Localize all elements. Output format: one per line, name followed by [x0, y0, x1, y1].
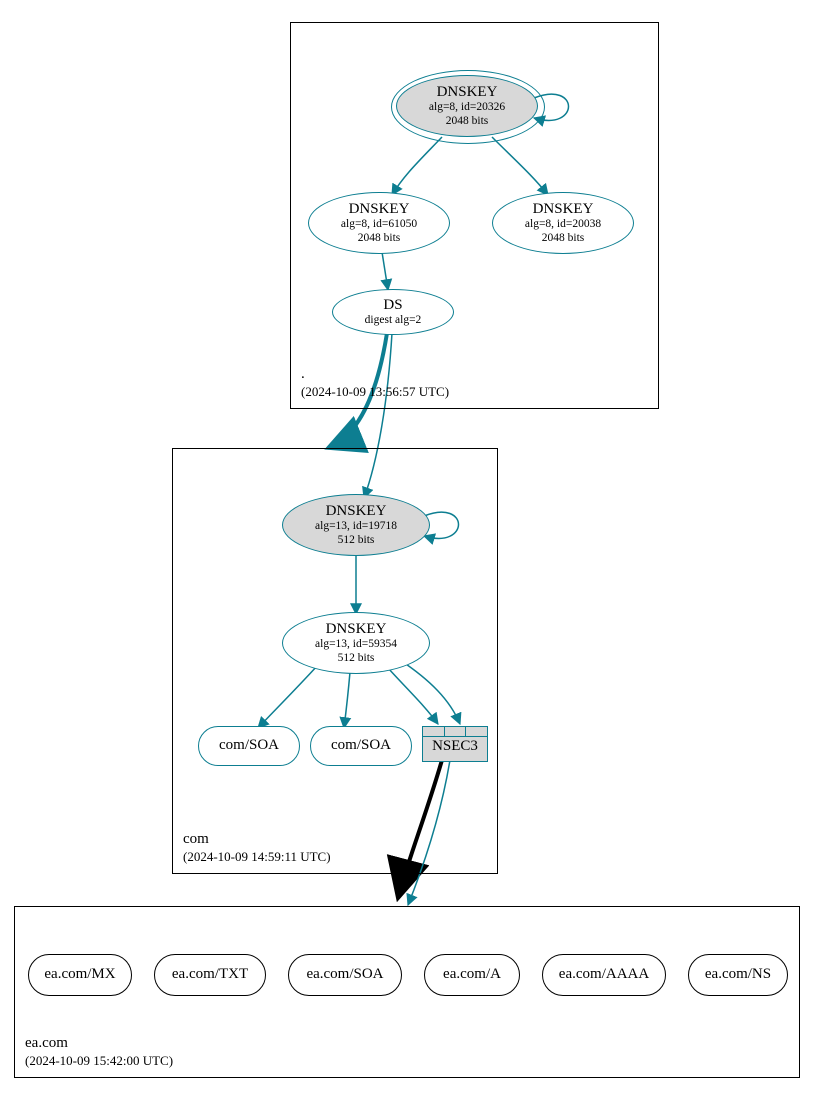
root-zsk-20038-title: DNSKEY	[533, 201, 594, 218]
ea-rec-mx: ea.com/MX	[28, 954, 132, 996]
ea-rec-aaaa: ea.com/AAAA	[542, 954, 666, 996]
com-zsk-title: DNSKEY	[326, 621, 387, 638]
root-zsk-61050: DNSKEY alg=8, id=61050 2048 bits	[308, 192, 450, 254]
com-soa-1-label: com/SOA	[219, 737, 279, 754]
root-zsk-61050-sub1: alg=8, id=61050	[341, 218, 417, 231]
com-soa-1: com/SOA	[198, 726, 300, 766]
ea-rec-soa-label: ea.com/SOA	[306, 966, 383, 983]
dnssec-chain-diagram: . (2024-10-09 13:56:57 UTC) DNSKEY alg=8…	[0, 0, 813, 1094]
root-ds-sub1: digest alg=2	[365, 314, 422, 327]
zone-root-ts: (2024-10-09 13:56:57 UTC)	[301, 384, 449, 400]
com-zsk-sub2: 512 bits	[338, 652, 375, 665]
ea-rec-ns-label: ea.com/NS	[705, 966, 771, 983]
zone-ea-ts: (2024-10-09 15:42:00 UTC)	[25, 1053, 173, 1069]
root-ksk-sub1: alg=8, id=20326	[429, 101, 505, 114]
com-nsec3-label: NSEC3	[423, 737, 487, 755]
ea-rec-a-label: ea.com/A	[443, 966, 501, 983]
com-zsk: DNSKEY alg=13, id=59354 512 bits	[282, 612, 430, 674]
nsec3-tabs	[423, 727, 487, 737]
ea-rec-a: ea.com/A	[424, 954, 520, 996]
zone-com-ts: (2024-10-09 14:59:11 UTC)	[183, 849, 331, 865]
com-ksk-sub1: alg=13, id=19718	[315, 520, 397, 533]
root-ds-title: DS	[383, 297, 402, 314]
com-zsk-sub1: alg=13, id=59354	[315, 638, 397, 651]
ea-rec-ns: ea.com/NS	[688, 954, 788, 996]
ea-rec-mx-label: ea.com/MX	[44, 966, 115, 983]
root-zsk-61050-title: DNSKEY	[349, 201, 410, 218]
ea-rec-txt: ea.com/TXT	[154, 954, 266, 996]
root-ksk-sub2: 2048 bits	[446, 115, 489, 128]
com-ksk-title: DNSKEY	[326, 503, 387, 520]
zone-root-label: . (2024-10-09 13:56:57 UTC)	[301, 365, 449, 400]
zone-ea-name: ea.com	[25, 1034, 173, 1053]
com-soa-2: com/SOA	[310, 726, 412, 766]
ea-rec-txt-label: ea.com/TXT	[172, 966, 248, 983]
zone-root-name: .	[301, 365, 449, 384]
zone-ea-label: ea.com (2024-10-09 15:42:00 UTC)	[25, 1034, 173, 1069]
zone-ea: ea.com (2024-10-09 15:42:00 UTC)	[14, 906, 800, 1078]
com-ksk: DNSKEY alg=13, id=19718 512 bits	[282, 494, 430, 556]
com-soa-2-label: com/SOA	[331, 737, 391, 754]
root-zsk-20038-sub1: alg=8, id=20038	[525, 218, 601, 231]
zone-com-name: com	[183, 830, 331, 849]
root-ds: DS digest alg=2	[332, 289, 454, 335]
com-nsec3: NSEC3	[422, 726, 488, 762]
root-zsk-20038-sub2: 2048 bits	[542, 232, 585, 245]
root-ksk: DNSKEY alg=8, id=20326 2048 bits	[396, 75, 538, 137]
root-zsk-20038: DNSKEY alg=8, id=20038 2048 bits	[492, 192, 634, 254]
zone-com-label: com (2024-10-09 14:59:11 UTC)	[183, 830, 331, 865]
com-ksk-sub2: 512 bits	[338, 534, 375, 547]
ea-rec-aaaa-label: ea.com/AAAA	[559, 966, 649, 983]
root-zsk-61050-sub2: 2048 bits	[358, 232, 401, 245]
root-ksk-title: DNSKEY	[437, 84, 498, 101]
ea-rec-soa: ea.com/SOA	[288, 954, 402, 996]
